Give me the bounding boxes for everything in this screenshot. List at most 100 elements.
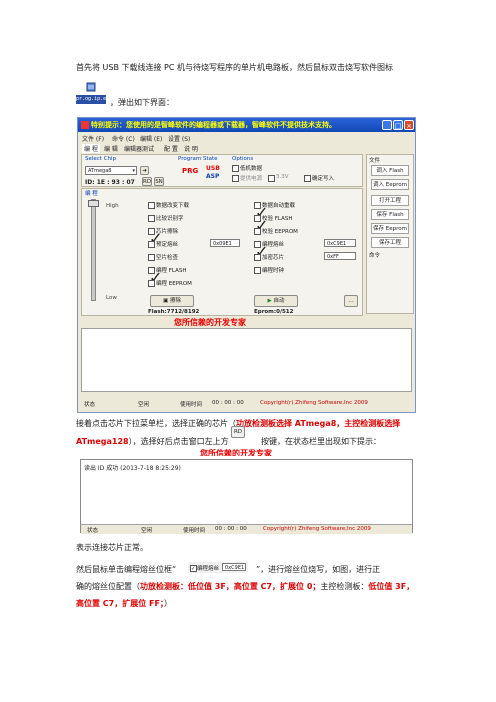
opt-label: 校验 FLASH	[262, 216, 293, 222]
opt-checkbox[interactable]	[148, 202, 155, 209]
side-header: 文件	[369, 158, 381, 164]
opt-label: 编程时钟	[262, 268, 285, 274]
opt-checkbox[interactable]	[148, 241, 155, 248]
tab-help[interactable]: 说 明	[184, 144, 198, 153]
time-label: 使用时间	[183, 528, 206, 534]
low-label: Low	[106, 295, 117, 301]
open-project-button[interactable]: 打开工程	[371, 195, 409, 206]
fuse-inline-checkbox[interactable]: ✓	[190, 565, 197, 572]
fuse-inline-widget: ✓ 编程熔丝 0xC9E1	[188, 562, 248, 573]
chip-glyph-icon	[86, 82, 96, 92]
status-value: 空闲	[138, 402, 150, 408]
side-footer: 命令	[369, 253, 381, 259]
speed-slider[interactable]	[91, 199, 96, 301]
top-panel: Select Chip ATmega8 ▾ ➜ ID: 1E : 93 : 07…	[81, 154, 363, 187]
para6-highlight: 高位置 C7，扩展位 FF；	[76, 599, 164, 608]
opt-label: 芯片擦除	[156, 229, 179, 235]
save-project-button[interactable]: 保存工程	[371, 237, 409, 248]
lock-field[interactable]: 0xFF	[324, 252, 356, 260]
status-bar-2: 状态 空闲 使用时间 00 : 00 : 00 Copyright(r) Zhi…	[81, 524, 412, 534]
para5-highlight: 功放检测板：低位值 3F，高位置 C7，扩展位 0；	[140, 582, 321, 591]
arrow-button[interactable]: ➜	[140, 166, 149, 175]
save-flash-button[interactable]: 保存 Flash	[371, 209, 409, 220]
side-panel: 文件 调入 Flash 调入 Eeprom 打开工程 保存 Flash 保存 E…	[366, 154, 414, 314]
slogan: 您所信赖的开发专家	[174, 318, 246, 327]
opt-checkbox[interactable]: ✓	[254, 202, 268, 222]
opt-checkbox[interactable]	[148, 254, 155, 261]
opt-checkbox[interactable]	[148, 280, 155, 287]
v33-checkbox[interactable]	[268, 175, 275, 182]
opt-label: 空片检查	[156, 255, 179, 261]
opt-checkbox[interactable]	[254, 228, 261, 235]
status-label: 状态	[84, 402, 96, 408]
fuse-inline-field[interactable]: 0xC9E1	[222, 563, 246, 571]
erase-button[interactable]: ▣ 擦除	[150, 295, 194, 307]
chevron-down-icon: ▾	[132, 168, 135, 174]
copyright: Copyright(r) Zhifeng Software,Inc 2009	[260, 400, 368, 406]
fuse-left-field[interactable]: 0x09E1	[210, 239, 240, 247]
load-eeprom-button[interactable]: 调入 Eeprom	[371, 179, 409, 190]
paragraph-5: 确的熔丝位配置（功放检测板：低位值 3F，高位置 C7，扩展位 0；主控检测板：…	[76, 581, 414, 593]
fuse-right-field[interactable]: 0xC9E1	[324, 239, 356, 247]
paragraph-2b: ATmega128），选择好后点击窗口左上方	[76, 436, 229, 448]
v33-label: 3.3V	[276, 174, 289, 180]
opt-checkbox[interactable]	[254, 267, 261, 274]
program-icon[interactable]: pr.og.ip.exe	[76, 81, 113, 105]
opt-checkbox[interactable]: ✓	[148, 228, 162, 248]
slider-thumb[interactable]	[88, 200, 99, 207]
section-label: 编 程	[85, 191, 98, 197]
time-value: 00 : 00 : 00	[215, 526, 247, 532]
icon-caption: pr.og.ip.exe	[76, 95, 113, 104]
para4-text-a: 然后鼠标单击编程熔丝位框“	[76, 565, 177, 574]
power-label: 提供电源	[240, 176, 263, 182]
low-data-checkbox[interactable]	[232, 165, 239, 172]
close-button[interactable]: ×	[404, 120, 414, 130]
app-icon	[81, 121, 89, 129]
high-label: High	[106, 203, 119, 209]
opt-label: 编程熔丝	[262, 242, 285, 248]
opt-label: 编程 EEPROM	[156, 281, 192, 287]
status-window-slogan: 您所信赖的开发专家	[200, 449, 272, 456]
programmer-window: 特别提示：您使用的是智峰软件的编程器或下载器，智峰软件不提供技术支持。 _ □ …	[77, 117, 416, 413]
time-value: 00 : 00 : 00	[212, 400, 244, 406]
chip-select[interactable]: ATmega8 ▾	[85, 166, 137, 175]
menu-file[interactable]: 文件 (F)	[82, 134, 104, 143]
play-icon: ▶	[267, 298, 272, 304]
rd-button[interactable]: RD	[142, 177, 152, 186]
save-eeprom-button[interactable]: 保存 Eeprom	[371, 223, 409, 234]
opt-checkbox[interactable]: ✓	[254, 215, 268, 235]
rd-inline-button[interactable]: RD	[231, 426, 245, 438]
power-checkbox[interactable]	[232, 175, 239, 182]
status-value: 空闲	[141, 528, 153, 534]
auto-button[interactable]: ▶ 自动	[254, 295, 298, 307]
menu-settings[interactable]: 设置 (S)	[168, 134, 190, 143]
opt-checkbox[interactable]	[254, 254, 261, 261]
chip-value: ATmega8	[88, 168, 112, 174]
more-button[interactable]: ...	[344, 295, 358, 307]
title-bar: 特别提示：您使用的是智峰软件的编程器或下载器，智峰软件不提供技术支持。 _ □ …	[78, 118, 415, 132]
opt-label: 比较识别字	[156, 216, 184, 222]
tab-config[interactable]: 配 置	[164, 144, 178, 153]
menu-edit[interactable]: 编辑 (E)	[140, 134, 162, 143]
minimize-button[interactable]: _	[382, 120, 392, 130]
low-data-label: 低机数据	[240, 166, 263, 172]
prg-indicator: PRG	[182, 167, 199, 175]
opt-label: 数据自动重载	[262, 203, 296, 209]
paragraph-3: 表示连接芯片正常。	[76, 543, 148, 552]
paragraph-6: 高位置 C7，扩展位 FF；）	[76, 598, 172, 610]
tab-editor-test[interactable]: 编辑器测试	[124, 144, 154, 153]
opt-checkbox[interactable]: ✓	[254, 241, 268, 261]
load-flash-button[interactable]: 调入 Flash	[371, 165, 409, 176]
maximize-button[interactable]: □	[393, 120, 403, 130]
opt-checkbox[interactable]	[148, 215, 155, 222]
sn-button[interactable]: SN	[154, 177, 164, 186]
opt-label: 数据改变下载	[156, 203, 190, 209]
opt-checkbox[interactable]: ✓	[148, 267, 162, 287]
tab-edit[interactable]: 编 辑	[104, 144, 118, 153]
confirm-write-checkbox[interactable]	[304, 175, 311, 182]
menu-command[interactable]: 命令 (C)	[112, 134, 135, 143]
tab-program[interactable]: 编 程	[82, 144, 100, 153]
usb-indicator: USB	[206, 165, 220, 172]
opt-label: 编程 FLASH	[156, 268, 187, 274]
erase-label: 擦除	[169, 298, 181, 304]
